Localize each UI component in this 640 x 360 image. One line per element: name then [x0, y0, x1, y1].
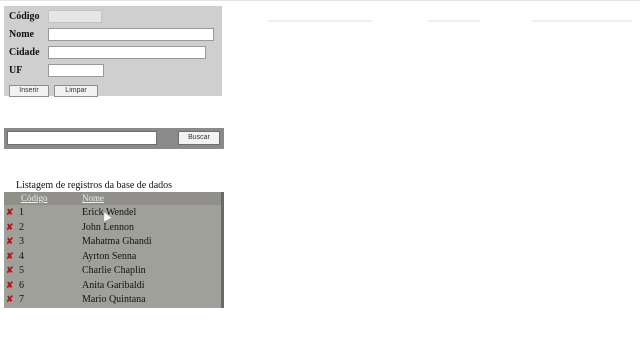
table-row[interactable]: ✘ 3 Mahatma Ghandi: [4, 234, 221, 249]
column-header-codigo[interactable]: Código: [21, 193, 48, 203]
row-code: 7: [19, 294, 24, 305]
table-row[interactable]: ✘ 1 Erick Wendel: [4, 205, 221, 220]
delete-x-icon[interactable]: ✘: [6, 251, 14, 260]
row-name-link[interactable]: Ayrton Senna: [82, 251, 136, 262]
delete-x-icon[interactable]: ✘: [6, 222, 14, 231]
nome-field[interactable]: [48, 28, 214, 41]
table-row[interactable]: ✘ 4 Ayrton Senna: [4, 249, 221, 264]
row-name-link[interactable]: Anita Garibaldi: [82, 280, 144, 291]
top-border: [0, 0, 640, 1]
row-name-link[interactable]: Charlie Chaplin: [82, 265, 146, 276]
faint-text-2: [428, 20, 480, 22]
record-form: Código Nome Cidade UF Inserir Limpar: [4, 6, 222, 97]
row-code: 3: [19, 236, 24, 247]
limpar-button[interactable]: Limpar: [54, 85, 98, 97]
codigo-row: Código: [7, 8, 219, 26]
delete-x-icon[interactable]: ✘: [6, 295, 14, 304]
uf-field[interactable]: [48, 64, 104, 77]
table-row[interactable]: ✘ 5 Charlie Chaplin: [4, 263, 221, 278]
codigo-label: Código: [9, 11, 40, 22]
table-row[interactable]: ✘ 7 Mario Quintana: [4, 292, 221, 307]
row-code: 1: [19, 207, 24, 218]
cidade-field[interactable]: [48, 46, 206, 59]
uf-label: UF: [9, 65, 23, 76]
nome-row: Nome: [7, 26, 219, 44]
delete-x-icon[interactable]: ✘: [6, 237, 14, 246]
row-code: 5: [19, 265, 24, 276]
inserir-button[interactable]: Inserir: [9, 85, 49, 97]
codigo-field: [48, 10, 102, 23]
table-header: Código Nome: [4, 192, 221, 205]
row-name-link[interactable]: Mario Quintana: [82, 294, 146, 305]
delete-x-icon[interactable]: ✘: [6, 208, 14, 217]
form-buttons: Inserir Limpar: [7, 84, 219, 100]
row-code: 2: [19, 221, 24, 233]
faint-text-1: [268, 20, 372, 22]
cidade-label: Cidade: [9, 47, 40, 58]
listing-caption: Listagem de registros da base de dados: [16, 180, 173, 191]
row-code: 6: [19, 279, 24, 291]
row-name-link[interactable]: Mahatma Ghandi: [82, 236, 152, 247]
table-body: ✘ 1 Erick Wendel ✘ 2 John Lennon ✘ 3 Mahatma Gha…: [4, 205, 221, 307]
column-header-nome[interactable]: Nome: [82, 193, 104, 203]
table-row[interactable]: ✘ 2 John Lennon: [4, 220, 221, 235]
nome-label: Nome: [9, 29, 34, 40]
faint-text-3: [532, 20, 632, 22]
row-name-link[interactable]: John Lennon: [82, 222, 134, 233]
row-code: 4: [19, 250, 24, 262]
delete-x-icon[interactable]: ✘: [6, 280, 14, 289]
uf-row: UF: [7, 62, 219, 80]
records-table: Código Nome ✘ 1 Erick Wendel ✘ 2 John Lennon ✘…: [4, 192, 224, 308]
cidade-row: Cidade: [7, 44, 219, 62]
search-input[interactable]: [7, 131, 157, 145]
search-button[interactable]: Buscar: [178, 131, 220, 145]
delete-x-icon[interactable]: ✘: [6, 266, 14, 275]
search-bar: Buscar: [4, 128, 224, 149]
table-row[interactable]: ✘ 6 Anita Garibaldi: [4, 278, 221, 293]
